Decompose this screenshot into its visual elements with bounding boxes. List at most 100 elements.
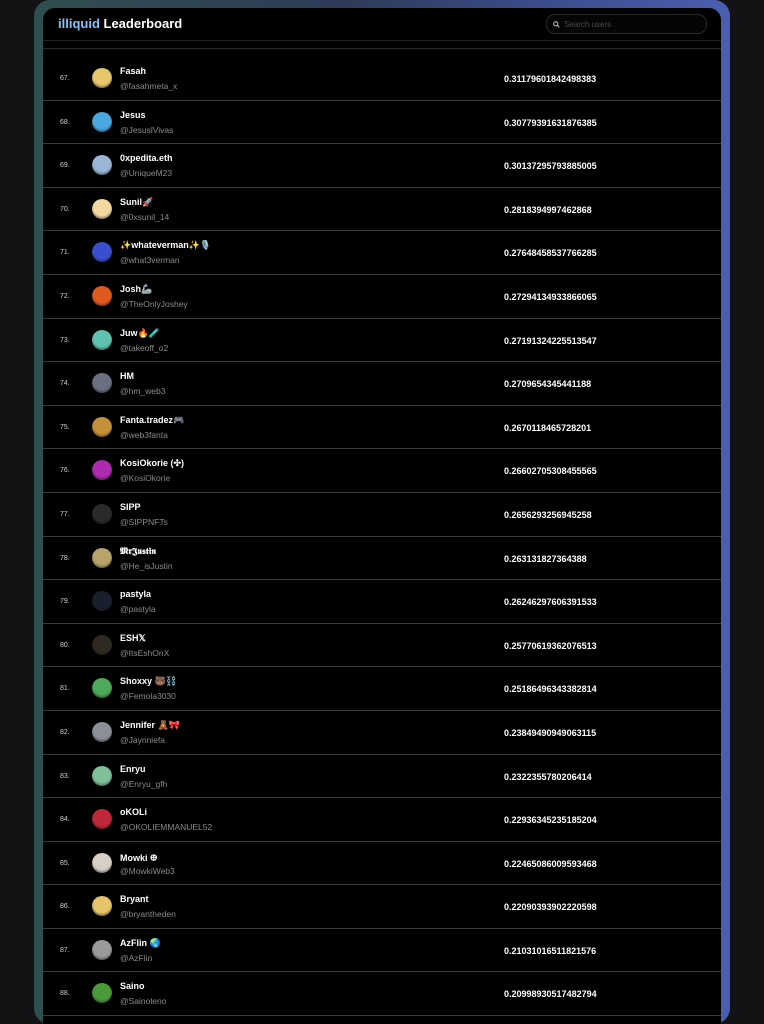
leaderboard-row[interactable]: 83. Enryu @Enryu_gfh 0.2322355780206414 (43, 755, 721, 799)
avatar[interactable] (92, 809, 112, 830)
user-handle[interactable]: @Jaynniefa (120, 735, 165, 745)
avatar[interactable] (92, 416, 112, 437)
user-name[interactable]: Bryant (120, 894, 149, 904)
rank-number: 67. (60, 75, 70, 82)
user-handle[interactable]: @TheOnlyJoshey (120, 299, 188, 309)
user-name[interactable]: Juw🔥🧪 (120, 328, 160, 339)
score-value: 0.2656293256945258 (504, 509, 592, 520)
leaderboard-row[interactable]: 79. pastyla @pastyla 0.26246297606391533 (43, 580, 721, 624)
leaderboard-row[interactable]: 71. ✨whateverman✨🎙️ @what3verman 0.27648… (43, 231, 721, 275)
user-handle[interactable]: @fasahmeta_x (120, 81, 177, 91)
avatar[interactable] (92, 852, 112, 873)
user-name[interactable]: Sunil🚀 (120, 197, 153, 208)
user-handle[interactable]: @web3fanta (120, 430, 168, 440)
avatar[interactable] (92, 155, 112, 176)
user-handle[interactable]: @Femola3030 (120, 691, 176, 701)
score-value: 0.22465086009593468 (504, 858, 597, 869)
avatar[interactable] (92, 198, 112, 219)
user-handle[interactable]: @SIPPNFTs (120, 517, 168, 527)
user-name[interactable]: ESH𝕏 (120, 633, 146, 644)
page-title: illiquid Leaderboard (58, 16, 182, 31)
avatar[interactable] (92, 111, 112, 132)
user-handle[interactable]: @JesuslVivas (120, 125, 173, 135)
avatar[interactable] (92, 634, 112, 655)
user-name[interactable]: Fasah (120, 66, 146, 76)
user-name[interactable]: 𝕸𝖗𝕵𝖚𝖘𝖙𝖎𝖓 (120, 546, 156, 557)
avatar[interactable] (92, 896, 112, 917)
user-handle[interactable]: @0xsunil_14 (120, 212, 169, 222)
user-handle[interactable]: @what3verman (120, 255, 180, 265)
avatar[interactable] (92, 373, 112, 394)
user-handle[interactable]: @takeoff_o2 (120, 343, 168, 353)
avatar[interactable] (92, 591, 112, 612)
user-name[interactable]: Mowki 𐃏 (120, 851, 157, 864)
user-handle[interactable]: @ItsEshOnX (120, 648, 169, 658)
user-name[interactable]: HM (120, 371, 134, 381)
leaderboard-row[interactable]: 81. Shoxxy 🐻⛓️ @Femola3030 0.25186496343… (43, 667, 721, 711)
user-name[interactable]: KosiOkorie (✣) (120, 458, 184, 469)
user-handle[interactable]: @KosiOkorie (120, 473, 170, 483)
leaderboard-row[interactable]: 70. Sunil🚀 @0xsunil_14 0.281839499746286… (43, 188, 721, 232)
leaderboard-row[interactable]: 82. Jennifer 🧸🎀 @Jaynniefa 0.23849490949… (43, 711, 721, 755)
user-handle[interactable]: @UniqueM23 (120, 168, 172, 178)
leaderboard-row[interactable]: 86. Bryant @bryantheden 0.22090393902220… (43, 885, 721, 929)
avatar[interactable] (92, 329, 112, 350)
user-handle[interactable]: @He_isJustin (120, 561, 173, 571)
user-name[interactable]: ✨whateverman✨🎙️ (120, 240, 211, 251)
leaderboard-row[interactable]: 68. Jesus @JesuslVivas 0.307793916318763… (43, 101, 721, 145)
leaderboard-row[interactable]: 74. HM @hm_web3 0.2709654345441188 (43, 362, 721, 406)
leaderboard-row[interactable]: 78. 𝕸𝖗𝕵𝖚𝖘𝖙𝖎𝖓 @He_isJustin 0.263131827364… (43, 537, 721, 581)
rank-number: 87. (60, 946, 70, 954)
avatar[interactable] (92, 285, 112, 306)
search-box[interactable] (546, 14, 707, 34)
score-value: 0.2670118465728201 (504, 422, 592, 433)
user-name[interactable]: AzFlin 🌏 (120, 938, 161, 949)
user-handle[interactable]: @Enryu_gfh (120, 779, 167, 789)
user-name[interactable]: 0xpedita.eth (120, 153, 173, 163)
leaderboard-row[interactable]: 77. SIPP @SIPPNFTs 0.2656293256945258 (43, 493, 721, 537)
user-name[interactable]: oKOLi (120, 807, 147, 817)
user-name[interactable]: Saino (120, 981, 145, 991)
user-name[interactable]: Fanta.tradez🎮 (120, 415, 184, 426)
user-name[interactable]: Jesus (120, 110, 146, 120)
avatar[interactable] (92, 765, 112, 786)
leaderboard-row[interactable]: 85. Mowki 𐃏 @MowkiWeb3 0.224650860095934… (43, 842, 721, 886)
search-input[interactable] (564, 19, 694, 29)
user-handle[interactable]: @AzFlin (120, 953, 152, 963)
avatar[interactable] (92, 547, 112, 568)
avatar[interactable] (92, 503, 112, 524)
leaderboard-row[interactable]: 88. Saino @Sainoleno 0.20998930517482794 (43, 972, 721, 1017)
user-handle[interactable]: @MowkiWeb3 (120, 866, 175, 876)
leaderboard-row[interactable]: 84. oKOLi @OKOLIEMMANUEL52 0.22936345235… (43, 798, 721, 842)
leaderboard-row[interactable]: 73. Juw🔥🧪 @takeoff_o2 0.2719132422551354… (43, 319, 721, 363)
user-handle[interactable]: @pastyla (120, 604, 156, 614)
user-handle[interactable]: @hm_web3 (120, 386, 165, 396)
score-value: 0.27294134933866065 (504, 291, 597, 302)
leaderboard-row[interactable]: 75. Fanta.tradez🎮 @web3fanta 0.267011846… (43, 406, 721, 450)
avatar[interactable] (92, 242, 112, 263)
user-name[interactable]: Josh🦾 (120, 284, 152, 295)
user-name[interactable]: pastyla (120, 589, 151, 599)
leaderboard-row[interactable]: 87. AzFlin 🌏 @AzFlin 0.21031016511821576 (43, 929, 721, 973)
user-name[interactable]: Enryu (120, 764, 146, 774)
leaderboard-row[interactable]: 72. Josh🦾 @TheOnlyJoshey 0.2729413493386… (43, 275, 721, 319)
user-name[interactable]: SIPP (120, 502, 141, 512)
leaderboard-row[interactable]: 67. Fasah @fasahmeta_x 0.311796018424983… (43, 57, 721, 101)
rank-number: 84. (60, 816, 70, 824)
rank-number: 69. (60, 162, 70, 170)
avatar[interactable] (92, 460, 112, 481)
avatar[interactable] (92, 68, 112, 88)
leaderboard-row[interactable]: 76. KosiOkorie (✣) @KosiOkorie 0.2660270… (43, 449, 721, 493)
user-handle[interactable]: @Sainoleno (120, 996, 166, 1006)
user-handle[interactable]: @OKOLIEMMANUEL52 (120, 822, 212, 832)
user-name[interactable]: Shoxxy 🐻⛓️ (120, 676, 177, 687)
avatar[interactable] (92, 721, 112, 742)
avatar[interactable] (92, 939, 112, 960)
score-value: 0.263131827364388 (504, 553, 587, 564)
user-handle[interactable]: @bryantheden (120, 909, 176, 919)
avatar[interactable] (92, 678, 112, 699)
leaderboard-row[interactable]: 80. ESH𝕏 @ItsEshOnX 0.25770619362076513 (43, 624, 721, 668)
leaderboard-row[interactable]: 69. 0xpedita.eth @UniqueM23 0.3013729579… (43, 144, 721, 188)
avatar[interactable] (92, 983, 112, 1004)
user-name[interactable]: Jennifer 🧸🎀 (120, 720, 180, 731)
